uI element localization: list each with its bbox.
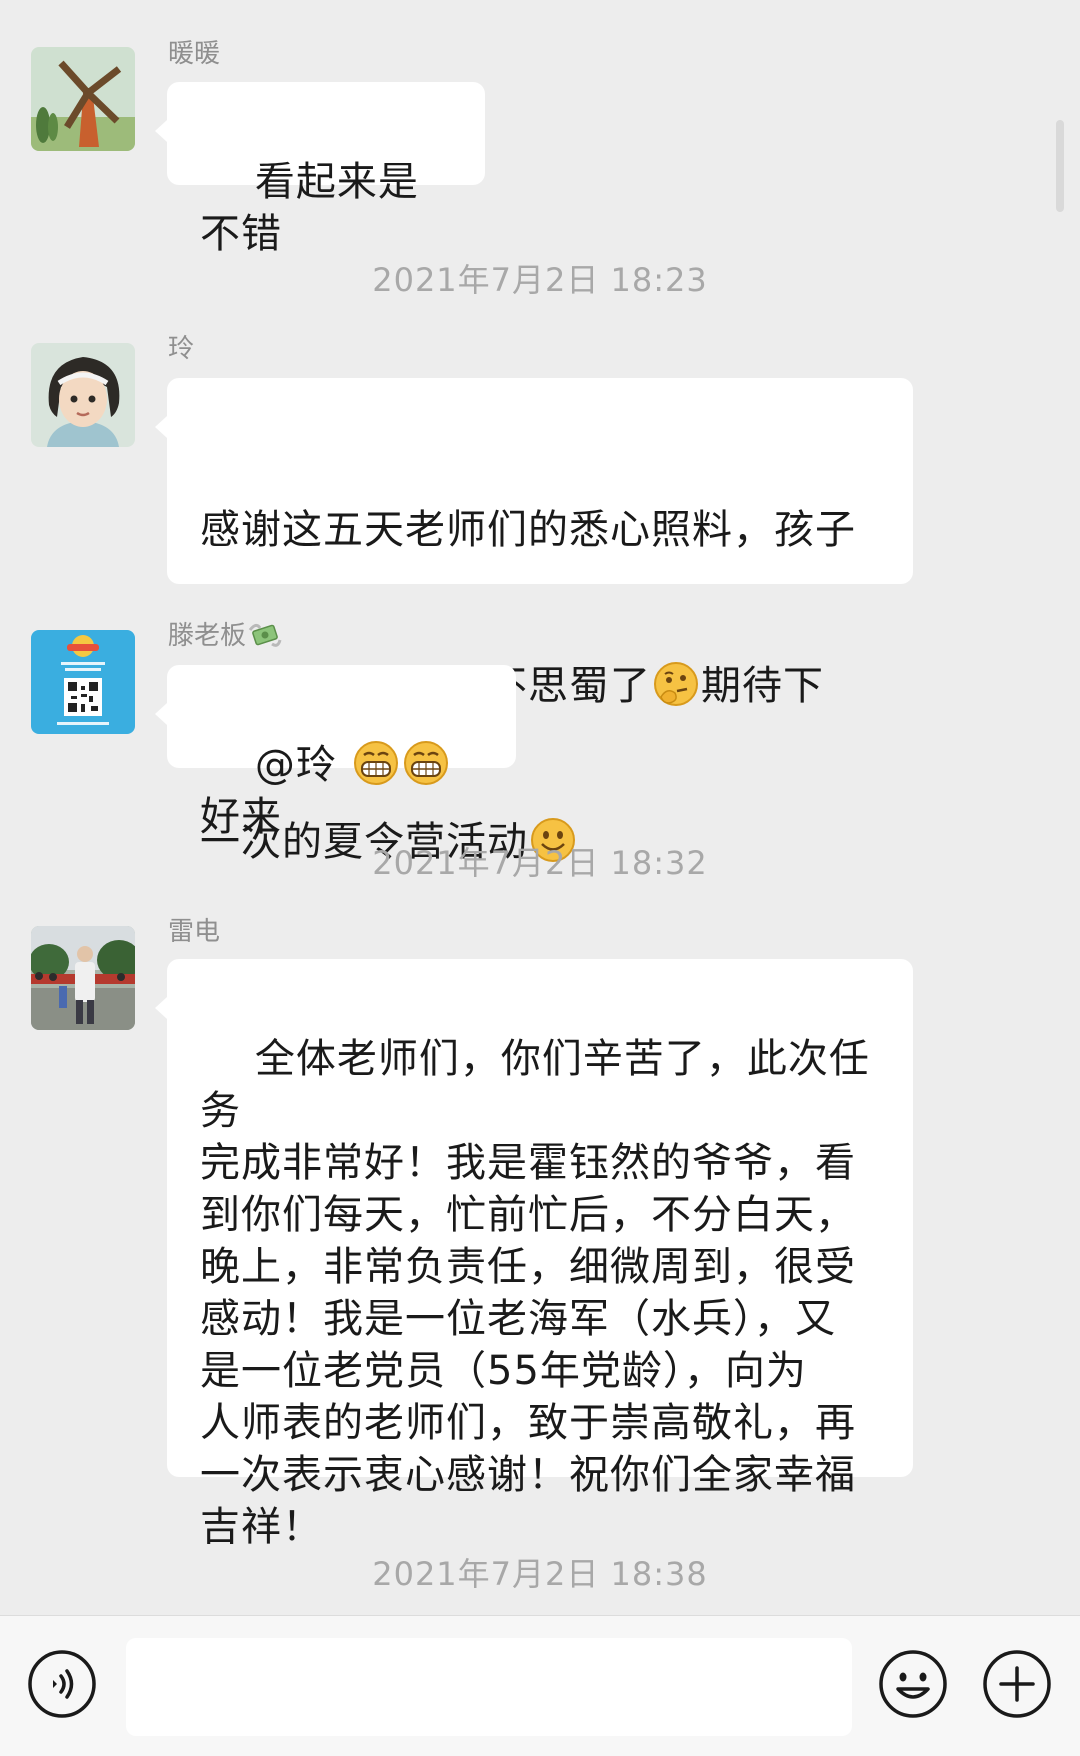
photo-avatar-icon <box>31 926 135 1030</box>
message-bubble[interactable]: 全体老师们，你们辛苦了，此次任务 完成非常好！我是霍钰然的爷爷，看 到你们每天，… <box>155 959 913 1550</box>
thinking-face-icon <box>654 662 698 706</box>
chat-area[interactable]: 暖暖 看起来是不错 2021年7月2日 18:23 玲 感谢这五天老师们的悉心照… <box>0 0 1080 1615</box>
grinning-face-icon <box>403 741 448 785</box>
message-text: @玲 <box>254 742 351 788</box>
qr-poster-avatar-icon <box>31 630 135 734</box>
message-text: 好来 <box>200 794 282 840</box>
avatar-leidian[interactable] <box>31 926 135 1030</box>
message-bubble[interactable]: 看起来是不错 <box>155 82 485 257</box>
smiley-icon <box>879 1650 947 1718</box>
message-text: 看起来是不错 <box>200 159 419 257</box>
timestamp: 2021年7月2日 18:32 <box>372 844 708 882</box>
message-text: 全体老师们，你们辛苦了，此次任务 完成非常好！我是霍钰然的爷爷，看 到你们每天，… <box>200 1036 870 1550</box>
windmill-avatar-icon <box>31 47 135 151</box>
timestamp: 2021年7月2日 18:23 <box>372 261 708 299</box>
voice-button[interactable] <box>27 1649 97 1719</box>
avatar-ling[interactable] <box>31 343 135 447</box>
timestamp: 2021年7月2日 18:38 <box>372 1555 708 1593</box>
plus-icon <box>983 1650 1051 1718</box>
avatar-tenglaoban[interactable] <box>31 630 135 734</box>
message-bubble[interactable]: 感谢这五天老师们的悉心照料，孩子 非常开心，都乐不思蜀了期待下 一次的夏令营活动 <box>155 378 913 865</box>
emoji-button[interactable] <box>878 1649 948 1719</box>
scrollbar[interactable] <box>1056 120 1064 212</box>
avatar-nuannuan[interactable] <box>31 47 135 151</box>
message-bubble[interactable]: @玲 好来 <box>155 665 516 840</box>
grinning-face-icon <box>353 741 398 785</box>
sender-name-text: 滕老板 <box>168 621 247 651</box>
plus-button[interactable] <box>982 1649 1052 1719</box>
voice-icon <box>28 1650 96 1718</box>
girl-avatar-icon <box>31 343 135 447</box>
sender-name: 玲 <box>168 334 195 364</box>
message-text: 期待下 <box>701 663 824 709</box>
input-bar <box>0 1615 1080 1756</box>
sender-name: 雷电 <box>168 917 221 947</box>
message-line: 感谢这五天老师们的悉心照料，孩子 <box>200 507 856 553</box>
message-input[interactable] <box>126 1638 852 1736</box>
sender-name: 滕老板 <box>168 620 282 652</box>
money-wings-icon <box>248 623 282 647</box>
sender-name: 暖暖 <box>168 39 221 69</box>
